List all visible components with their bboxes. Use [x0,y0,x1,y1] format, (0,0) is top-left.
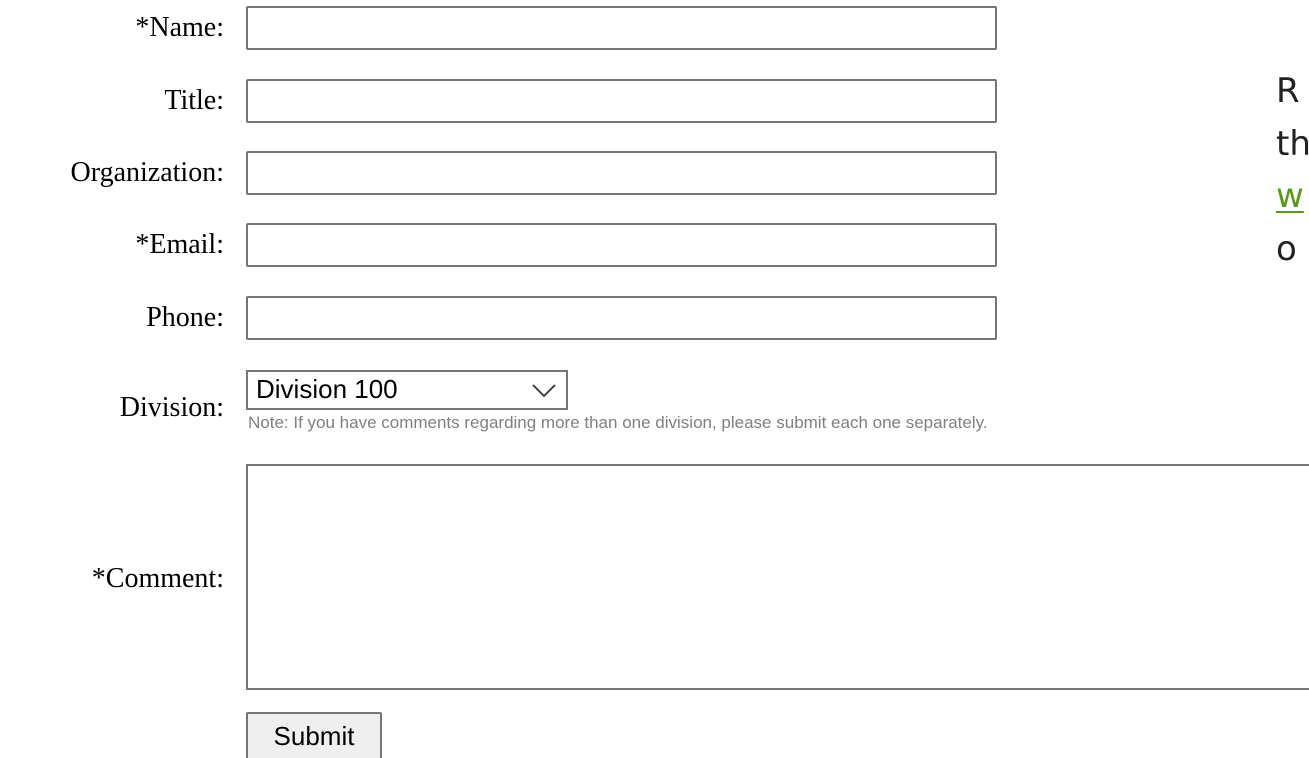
chevron-down-icon [532,384,556,398]
phone-label: Phone: [146,302,224,333]
name-input[interactable] [246,6,997,50]
division-select[interactable]: Division 100 [246,370,568,410]
side-text-line-1: R [1276,71,1300,111]
comment-textarea[interactable] [246,464,1309,690]
division-note: Note: If you have comments regarding mor… [248,413,988,432]
division-label: Division: [119,392,224,423]
organization-label: Organization: [70,157,224,188]
side-text-line-4: o [1276,229,1297,269]
comment-label: *Comment: [91,563,224,594]
title-label: Title: [164,85,224,116]
email-label: *Email: [135,229,224,260]
organization-input[interactable] [246,151,997,195]
title-input[interactable] [246,79,997,123]
side-email-link[interactable]: w [1276,176,1304,216]
email-input[interactable] [246,223,997,267]
phone-input[interactable] [246,296,997,340]
name-label: *Name: [135,12,224,43]
side-text-line-2: th [1276,124,1309,164]
side-text-line-3: w [1276,175,1304,217]
submit-button[interactable]: Submit [246,712,382,758]
division-selected-value: Division 100 [256,374,398,404]
